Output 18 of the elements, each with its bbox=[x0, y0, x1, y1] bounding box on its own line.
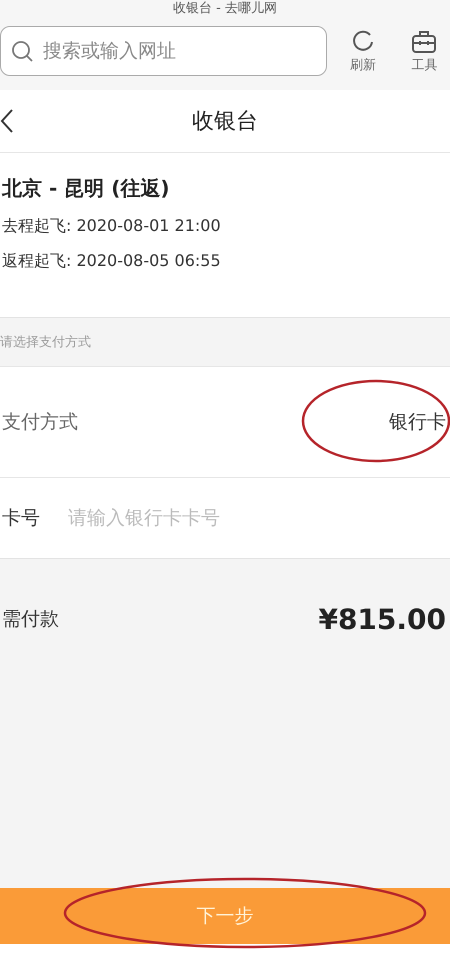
search-field[interactable]: 搜索或输入网址 bbox=[0, 26, 328, 76]
search-input[interactable]: 搜索或输入网址 bbox=[41, 39, 315, 63]
amount-label: 需付款 bbox=[2, 607, 59, 632]
back-icon[interactable] bbox=[0, 108, 14, 134]
field-label: 卡号 bbox=[2, 506, 40, 531]
toolbox-icon bbox=[410, 28, 438, 54]
departure-time: 返程起飞: 2020-08-05 06:55 bbox=[2, 251, 222, 272]
page-heading: 收银台 bbox=[191, 108, 259, 136]
page-title: 收银台 - 去哪儿网 bbox=[172, 0, 278, 18]
amount-value: ¥815.00 bbox=[318, 602, 446, 636]
field-label: 支付方式 bbox=[2, 410, 78, 435]
refresh-button[interactable]: 刷新 bbox=[337, 28, 389, 74]
toolbox-button[interactable]: 工具 bbox=[398, 28, 450, 74]
payment-method-value[interactable]: 银行卡 bbox=[389, 409, 446, 435]
departure-time: 去程起飞: 2020-08-01 21:00 bbox=[2, 216, 222, 237]
search-icon bbox=[11, 40, 33, 62]
route-title: 北京 - 昆明 (往返) bbox=[2, 175, 170, 202]
section-label: 请选择支付方式 bbox=[0, 334, 91, 351]
